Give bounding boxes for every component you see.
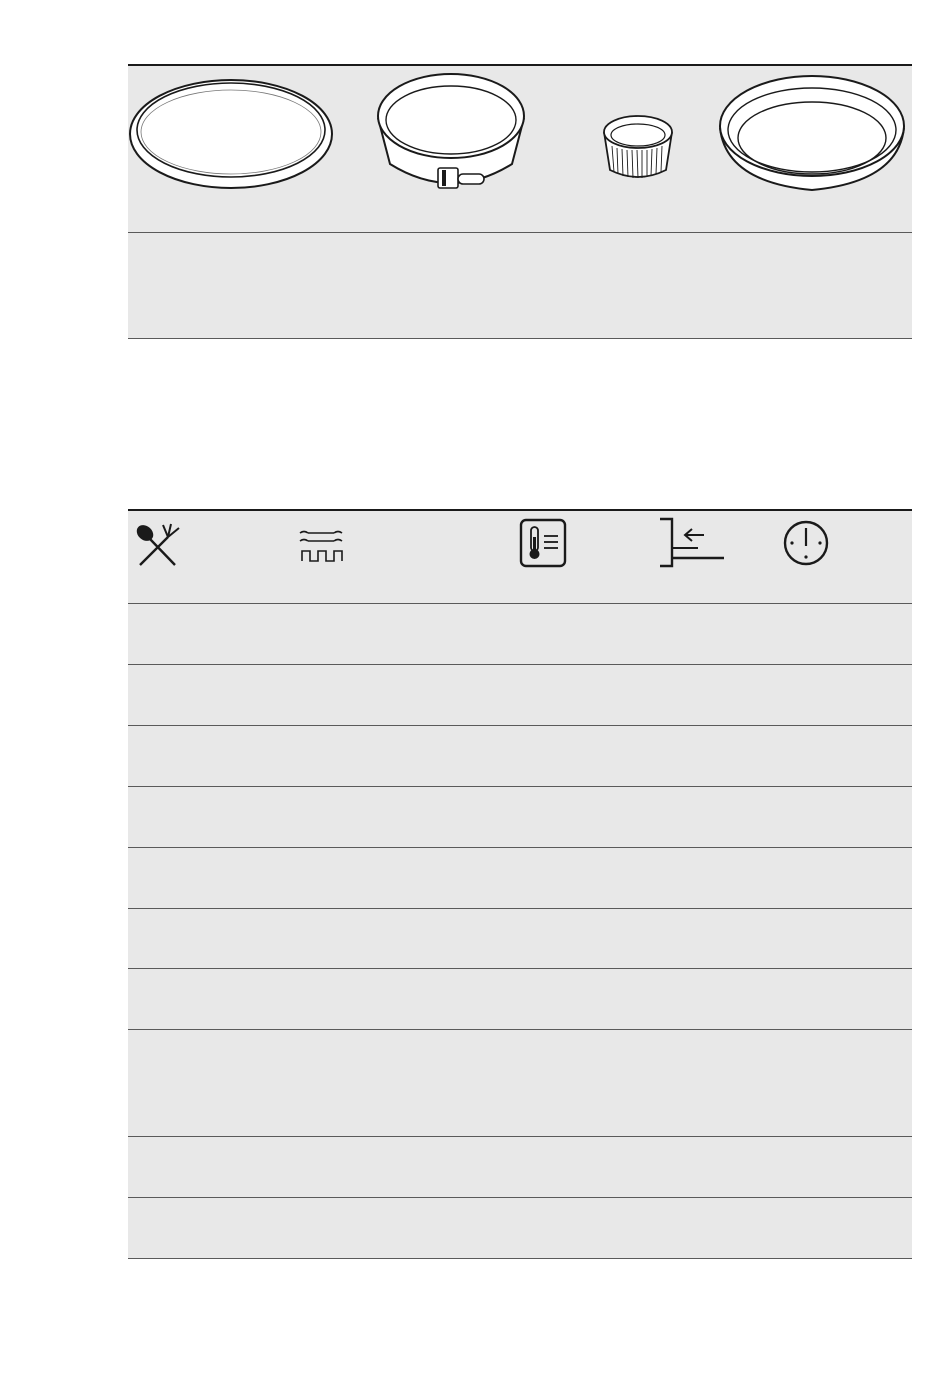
table-top-rule bbox=[128, 509, 912, 511]
table-top-rule bbox=[128, 64, 912, 66]
table-row bbox=[128, 604, 912, 664]
table-row bbox=[128, 909, 912, 968]
oven-function-icon bbox=[299, 530, 343, 562]
shelf-position-icon bbox=[660, 517, 724, 568]
table-row bbox=[128, 1137, 912, 1197]
cooking-table bbox=[128, 509, 912, 1259]
baking-tray-icon bbox=[129, 79, 333, 189]
bakeware-table bbox=[128, 64, 912, 339]
table-row bbox=[128, 969, 912, 1029]
ramekin-icon bbox=[603, 115, 673, 179]
springform-pan-icon bbox=[377, 73, 525, 189]
time-icon bbox=[783, 520, 829, 566]
table-row bbox=[128, 787, 912, 847]
table-row bbox=[128, 1198, 912, 1258]
table-row bbox=[128, 726, 912, 786]
table-bottom-rule bbox=[128, 338, 912, 339]
food-category-icon bbox=[136, 523, 180, 566]
table-bottom-rule bbox=[128, 1258, 912, 1259]
table-row bbox=[128, 848, 912, 908]
caption-row bbox=[128, 233, 912, 338]
flan-dish-icon bbox=[719, 75, 905, 192]
table-row bbox=[128, 1030, 912, 1136]
temperature-icon bbox=[519, 518, 567, 568]
table-row bbox=[128, 665, 912, 725]
